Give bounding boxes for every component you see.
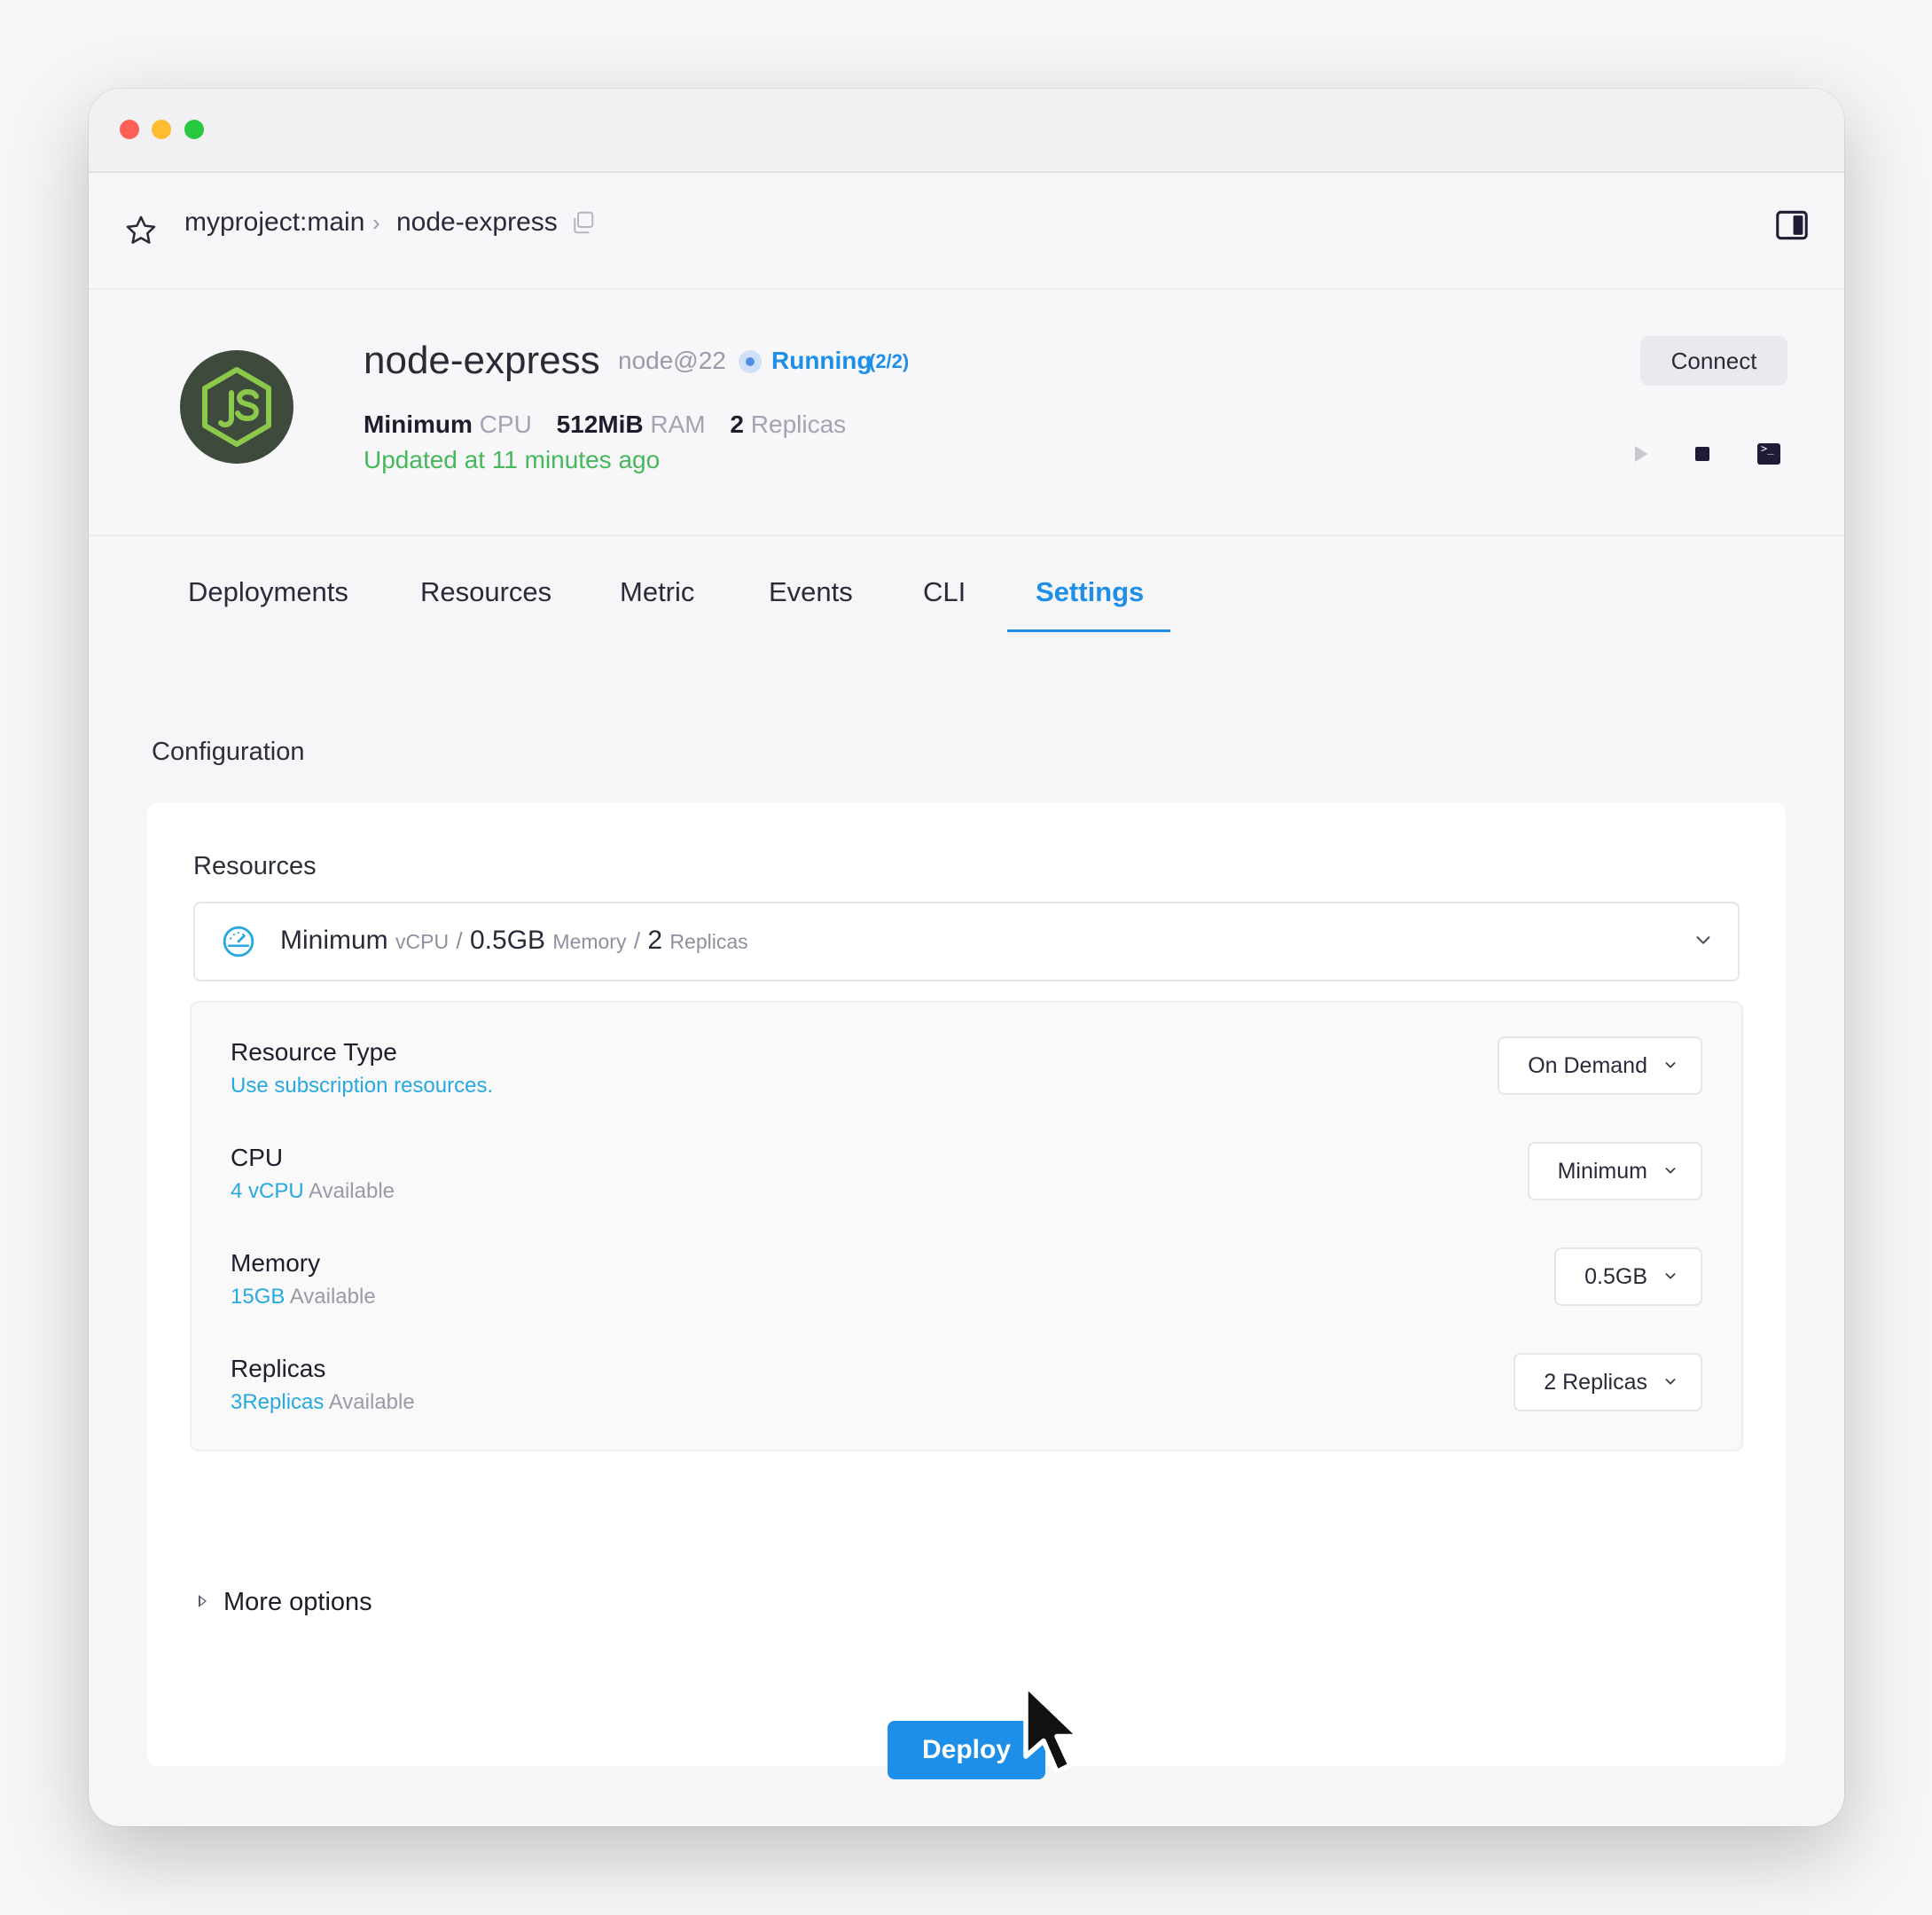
replicas-select[interactable]: 2 Replicas: [1514, 1353, 1702, 1411]
summary-separator: /: [456, 927, 463, 954]
play-icon[interactable]: [1635, 446, 1647, 462]
select-value: 0.5GB: [1584, 1264, 1647, 1289]
setting-subtitle-rest: Available: [324, 1390, 415, 1414]
setting-subtitle-rest: Available: [285, 1285, 376, 1309]
tab-deployments[interactable]: Deployments: [188, 574, 348, 610]
copy-icon[interactable]: [569, 208, 596, 237]
ram-value: 512MiB: [556, 410, 644, 438]
chevron-down-icon: [1696, 936, 1710, 944]
setting-row-resource-type: Resource Type Use subscription resources…: [231, 1036, 1702, 1125]
setting-title: CPU: [231, 1144, 284, 1171]
disclosure-triangle-icon[interactable]: [199, 1595, 207, 1607]
tab-settings[interactable]: Settings: [1036, 574, 1144, 610]
gauge-icon: [223, 926, 254, 958]
cpu-value: Minimum: [364, 410, 473, 438]
summary-cpu: Minimum: [280, 926, 388, 955]
more-options-toggle[interactable]: More options: [223, 1584, 372, 1620]
tab-bar: Deployments Resources Metric Events CLI …: [89, 532, 1844, 647]
nodejs-logo-icon: [180, 350, 293, 464]
mouse-cursor-icon: [1023, 1683, 1082, 1775]
summary-replicas: 2: [647, 926, 663, 955]
resource-type-select[interactable]: On Demand: [1498, 1036, 1702, 1095]
available-value: 4 vCPU: [231, 1179, 304, 1203]
cpu-unit: CPU: [479, 410, 532, 438]
subscription-link[interactable]: Use subscription resources.: [231, 1074, 493, 1098]
select-value: On Demand: [1528, 1053, 1647, 1078]
summary-memory: 0.5GB: [470, 926, 546, 955]
chevron-down-icon: [1665, 1379, 1676, 1385]
service-header: node-express node@22 Running (2/2) Minim…: [89, 290, 1844, 536]
service-image: node@22: [618, 347, 726, 374]
chevron-down-icon: [1665, 1168, 1676, 1174]
setting-row-memory: Memory 15GB Available 0.5GB: [231, 1247, 1702, 1336]
setting-subtitle: Use subscription resources.: [231, 1072, 493, 1100]
setting-subtitle: 3Replicas Available: [231, 1388, 415, 1417]
select-value: Minimum: [1557, 1159, 1647, 1184]
available-value: 3Replicas: [231, 1390, 325, 1414]
section-title: Configuration: [152, 738, 305, 766]
configuration-card: Resources Minimum vCPU / 0.5GB Memory / …: [147, 802, 1786, 1779]
cpu-select[interactable]: Minimum: [1527, 1142, 1702, 1200]
close-window-button[interactable]: [120, 120, 139, 139]
zoom-window-button[interactable]: [184, 120, 204, 139]
connect-button[interactable]: Connect: [1640, 336, 1787, 386]
breadcrumb-bar: myproject:main › node-express: [89, 173, 1844, 290]
select-value: 2 Replicas: [1544, 1370, 1647, 1395]
summary-separator: /: [633, 927, 641, 954]
resources-summary-dropdown[interactable]: Minimum vCPU / 0.5GB Memory / 2 Replicas: [193, 902, 1740, 981]
resource-settings-panel: Resource Type Use subscription resources…: [190, 1001, 1743, 1451]
terminal-icon[interactable]: [1757, 442, 1780, 465]
status-indicator-icon: [739, 350, 762, 373]
setting-title: Memory: [231, 1249, 321, 1277]
service-metrics: Minimum CPU 512MiB RAM 2 Replicas: [364, 409, 864, 441]
tab-metric[interactable]: Metric: [620, 574, 694, 610]
replicas-value: 2: [730, 410, 744, 438]
resources-summary-text: Minimum vCPU / 0.5GB Memory / 2 Replicas: [280, 923, 748, 959]
setting-subtitle-rest: Available: [303, 1179, 395, 1203]
breadcrumb-separator: ›: [372, 209, 380, 236]
active-tab-indicator: [1007, 629, 1170, 632]
setting-title: Resource Type: [231, 1038, 397, 1066]
setting-subtitle: 4 vCPU Available: [231, 1177, 395, 1206]
setting-row-replicas: Replicas 3Replicas Available 2 Replicas: [231, 1353, 1702, 1442]
sidebar-toggle-icon[interactable]: [1775, 210, 1809, 240]
chevron-down-icon: [1665, 1062, 1676, 1068]
service-name: node-express: [364, 339, 600, 382]
breadcrumb-project[interactable]: myproject:main: [184, 205, 364, 240]
available-value: 15GB: [231, 1285, 285, 1309]
status-label: Running: [771, 347, 872, 374]
memory-select[interactable]: 0.5GB: [1554, 1247, 1702, 1306]
minimize-window-button[interactable]: [152, 120, 171, 139]
tab-events[interactable]: Events: [769, 574, 853, 610]
title-bar: [89, 89, 1844, 173]
replicas-unit: Replicas: [750, 410, 847, 438]
summary-replicas-unit: Replicas: [669, 930, 748, 953]
tab-resources[interactable]: Resources: [420, 574, 551, 610]
breadcrumb-service[interactable]: node-express: [396, 205, 558, 240]
updated-timestamp: Updated at 11 minutes ago: [364, 446, 661, 473]
setting-row-cpu: CPU 4 vCPU Available Minimum: [231, 1142, 1702, 1231]
tab-cli[interactable]: CLI: [923, 574, 966, 610]
setting-subtitle: 15GB Available: [231, 1283, 376, 1311]
app-window: myproject:main › node-express node-expre…: [89, 89, 1844, 1826]
card-label: Resources: [193, 852, 317, 880]
summary-cpu-unit: vCPU: [395, 930, 450, 953]
stop-icon[interactable]: [1695, 447, 1709, 461]
star-icon[interactable]: [124, 214, 158, 247]
chevron-down-icon: [1665, 1273, 1676, 1279]
ram-unit: RAM: [650, 410, 706, 438]
setting-title: Replicas: [231, 1355, 326, 1382]
summary-memory-unit: Memory: [552, 930, 627, 953]
status-count: (2/2): [869, 350, 910, 372]
